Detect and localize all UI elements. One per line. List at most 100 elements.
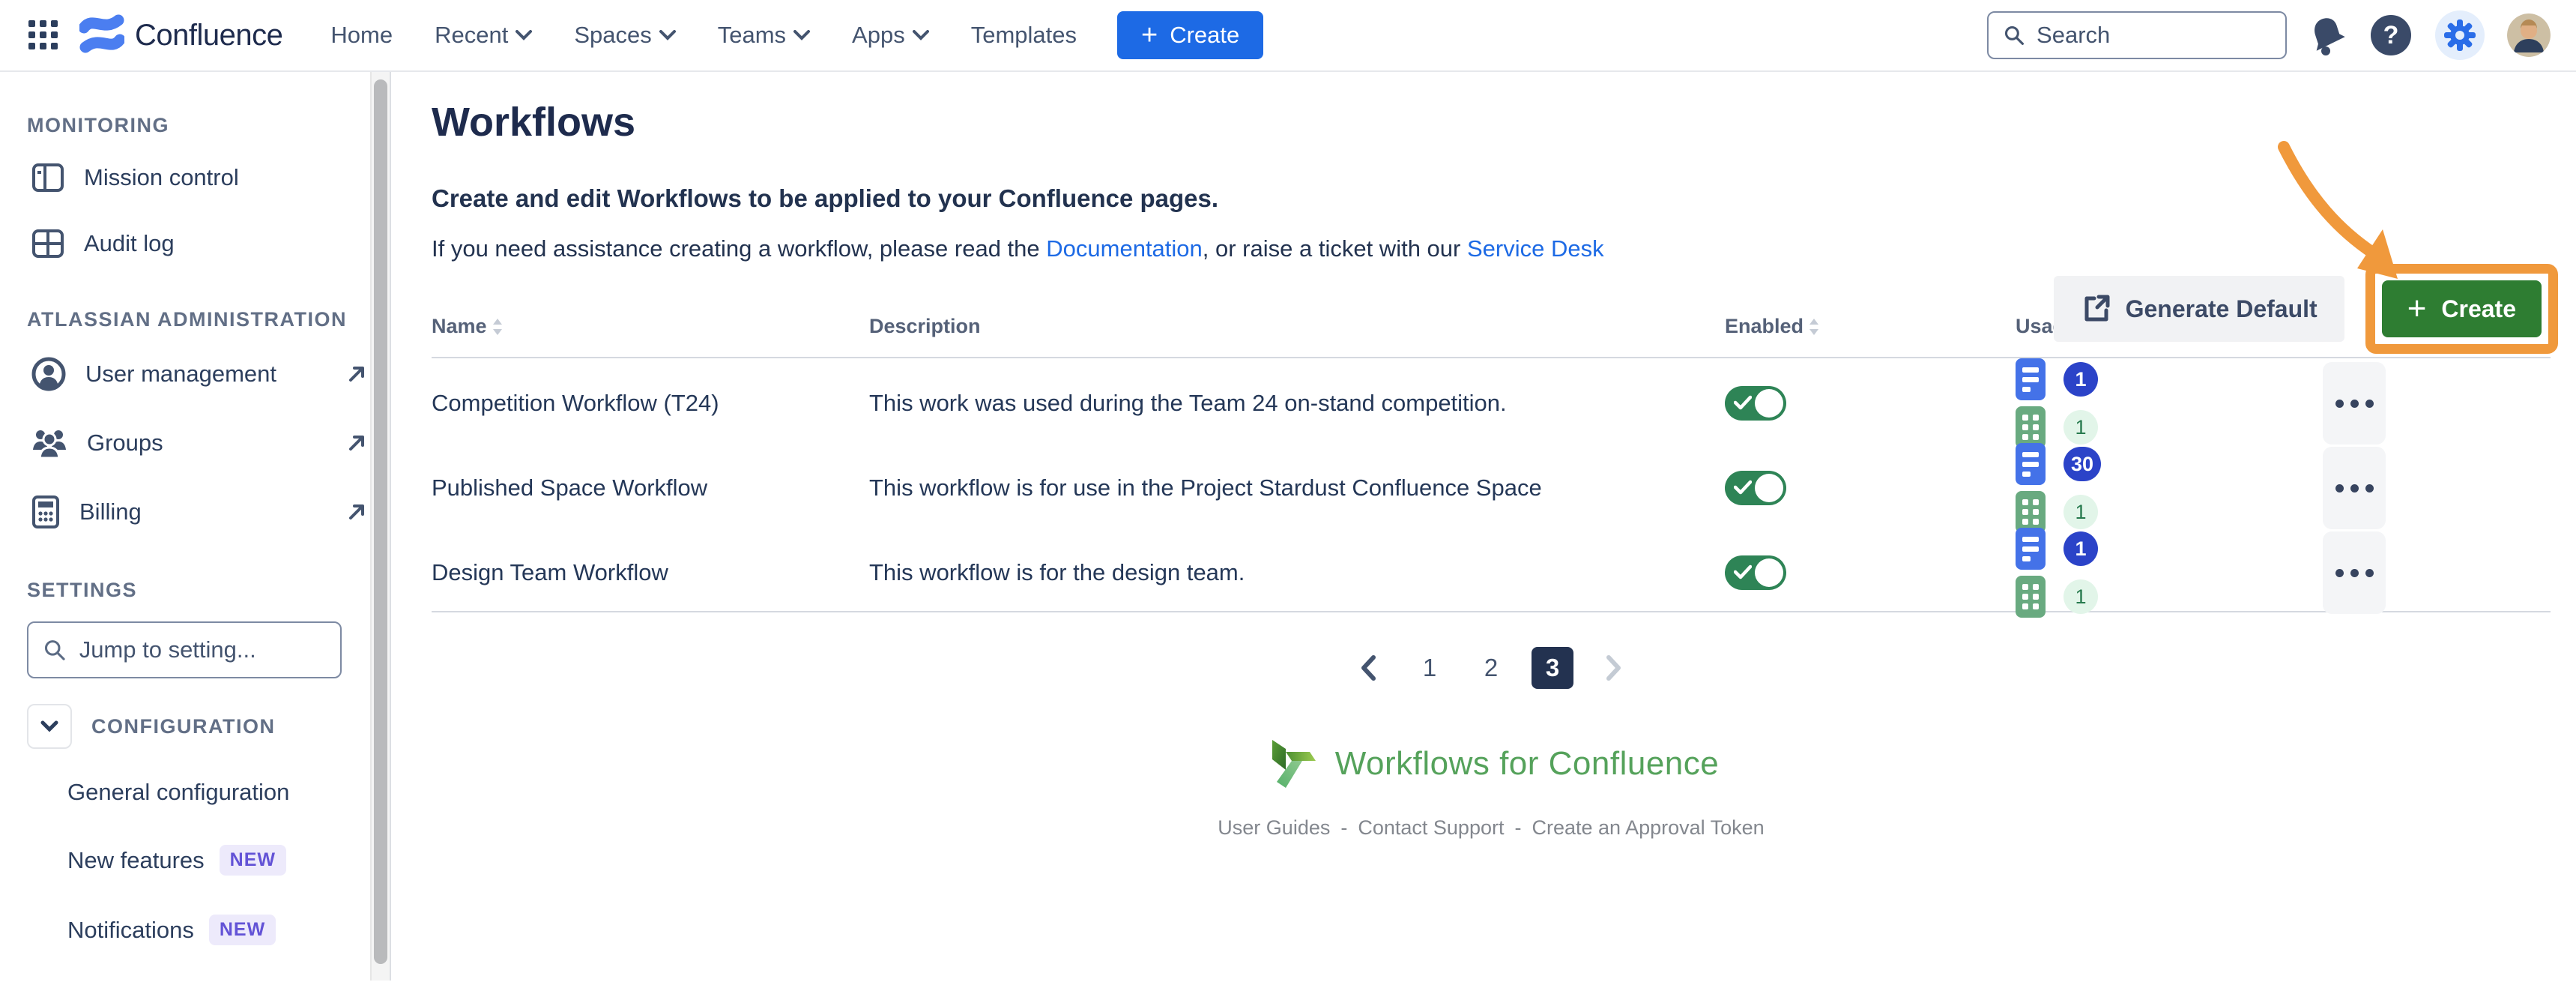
sidebar-item-notifications[interactable]: Notifications NEW <box>27 895 390 965</box>
search-icon <box>2004 23 2025 47</box>
chevron-down-icon <box>659 30 676 40</box>
page-usage-icon <box>2016 358 2046 400</box>
enabled-toggle[interactable] <box>1725 471 1786 505</box>
page-button-2[interactable]: 2 <box>1470 647 1512 689</box>
sidebar-item-groups[interactable]: Groups <box>27 409 390 477</box>
settings-gear-icon[interactable] <box>2435 10 2485 60</box>
footer-links: User Guides-Contact Support-Create an Ap… <box>1218 816 1764 840</box>
help-icon[interactable]: ? <box>2369 13 2413 57</box>
page-usage-icon <box>2016 528 2046 570</box>
plus-icon: + <box>2407 294 2427 324</box>
check-icon <box>1734 395 1752 410</box>
nav-item-recent[interactable]: Recent <box>435 22 532 49</box>
sidebar-scrollbar[interactable] <box>370 72 390 981</box>
next-page-button[interactable] <box>1593 647 1635 689</box>
row-actions-menu-button[interactable] <box>2323 447 2386 529</box>
enabled-toggle[interactable] <box>1725 555 1786 590</box>
workflow-name[interactable]: Competition Workflow (T24) <box>432 390 869 417</box>
sidebar-item-audit-log[interactable]: Audit log <box>27 211 390 277</box>
footer-brand: Workflows for Confluence <box>1263 737 1720 791</box>
audit-log-icon <box>31 229 64 259</box>
create-button-highlight-box: + Create <box>2365 264 2558 354</box>
table-usage-badge: 1 <box>2063 495 2098 529</box>
global-create-button[interactable]: + Create <box>1117 11 1263 59</box>
app-switcher-icon[interactable] <box>27 19 60 52</box>
chevron-down-icon <box>793 30 810 40</box>
configuration-section-header: CONFIGURATION <box>27 704 390 749</box>
app-footer: Workflows for Confluence User Guides-Con… <box>432 737 2551 840</box>
table-row: Competition Workflow (T24) This work was… <box>432 358 2551 443</box>
column-header-description[interactable]: Description <box>869 315 1725 338</box>
page-button-3-current[interactable]: 3 <box>1532 647 1573 689</box>
sidebar-item-mission-control[interactable]: Mission control <box>27 145 390 211</box>
column-header-name[interactable]: Name <box>432 315 869 338</box>
sidebar-section-configuration: CONFIGURATION <box>91 715 275 738</box>
chevron-right-icon <box>1606 655 1622 681</box>
table-row: Published Space Workflow This workflow i… <box>432 443 2551 528</box>
global-search[interactable] <box>1987 11 2287 59</box>
row-actions-menu-button[interactable] <box>2323 362 2386 445</box>
plus-icon: + <box>1141 21 1158 49</box>
groups-icon <box>31 427 67 459</box>
page-usage-icon <box>2016 443 2046 485</box>
row-actions-menu-button[interactable] <box>2323 531 2386 614</box>
enabled-toggle[interactable] <box>1725 386 1786 421</box>
chevron-down-icon <box>913 30 929 40</box>
generate-default-button[interactable]: Generate Default <box>2054 276 2344 342</box>
nav-item-apps[interactable]: Apps <box>852 22 929 49</box>
contact-support-link[interactable]: Contact Support <box>1358 816 1504 839</box>
usage-cell: 30 1 <box>2016 443 2323 533</box>
table-usage-icon <box>2016 406 2046 448</box>
sidebar-item-general-configuration[interactable]: General configuration <box>27 759 390 825</box>
jump-to-setting-search[interactable] <box>27 621 342 678</box>
jump-to-setting-input[interactable] <box>79 636 325 663</box>
nav-item-home[interactable]: Home <box>330 22 393 49</box>
column-header-enabled[interactable]: Enabled <box>1725 315 2016 338</box>
search-input[interactable] <box>2037 22 2270 49</box>
sidebar-section-monitoring: MONITORING <box>27 114 390 137</box>
nav-item-templates[interactable]: Templates <box>971 22 1077 49</box>
workflow-name[interactable]: Published Space Workflow <box>432 475 869 501</box>
table-usage-badge: 1 <box>2063 410 2098 445</box>
previous-page-button[interactable] <box>1347 647 1389 689</box>
nav-item-spaces[interactable]: Spaces <box>574 22 675 49</box>
confluence-logo[interactable]: Confluence <box>79 13 282 58</box>
table-usage-icon <box>2016 491 2046 533</box>
page-button-1[interactable]: 1 <box>1409 647 1451 689</box>
configuration-collapse-button[interactable] <box>27 704 72 749</box>
confluence-logo-icon <box>79 13 124 58</box>
admin-sidebar: MONITORING Mission control Audit log ATL… <box>0 72 391 981</box>
workflow-actions-row: Generate Default + Create <box>2054 264 2558 354</box>
service-desk-link[interactable]: Service Desk <box>1467 235 1604 262</box>
page-shell: MONITORING Mission control Audit log ATL… <box>0 72 2576 981</box>
sidebar-item-user-management[interactable]: User management <box>27 339 390 409</box>
page-usage-badge: 30 <box>2063 447 2101 481</box>
sidebar-section-settings: SETTINGS <box>27 579 390 602</box>
check-icon <box>1734 564 1752 579</box>
sidebar-item-billing[interactable]: Billing <box>27 477 390 547</box>
sidebar-scrollbar-thumb[interactable] <box>374 79 387 964</box>
create-workflow-button[interactable]: + Create <box>2382 280 2542 337</box>
usage-cell: 1 1 <box>2016 358 2323 448</box>
sidebar-section-atlassian-administration: ATLASSIAN ADMINISTRATION <box>27 308 390 331</box>
approval-token-link[interactable]: Create an Approval Token <box>1532 816 1764 839</box>
table-usage-badge: 1 <box>2063 579 2098 614</box>
workflows-table: Name Description Enabled Usage Competiti… <box>432 315 2551 612</box>
page-usage-badge: 1 <box>2063 531 2098 566</box>
notifications-bell-icon[interactable] <box>2309 15 2347 55</box>
external-link-icon <box>346 501 367 522</box>
sidebar-item-new-features[interactable]: New features NEW <box>27 825 390 895</box>
nav-item-teams[interactable]: Teams <box>718 22 810 49</box>
workflow-name[interactable]: Design Team Workflow <box>432 559 869 586</box>
primary-nav: Home Recent Spaces Teams Apps Templates <box>330 22 1077 49</box>
product-name: Confluence <box>135 19 282 52</box>
search-icon <box>43 637 66 663</box>
sort-icon <box>492 317 504 337</box>
user-avatar[interactable] <box>2507 13 2551 57</box>
sidebar-item-shortcut-links[interactable]: Shortcut links <box>27 965 390 982</box>
workflow-description: This work was used during the Team 24 on… <box>869 390 1725 417</box>
chevron-down-icon <box>40 720 58 732</box>
documentation-link[interactable]: Documentation <box>1046 235 1203 262</box>
chevron-down-icon <box>515 30 532 40</box>
user-guides-link[interactable]: User Guides <box>1218 816 1330 839</box>
